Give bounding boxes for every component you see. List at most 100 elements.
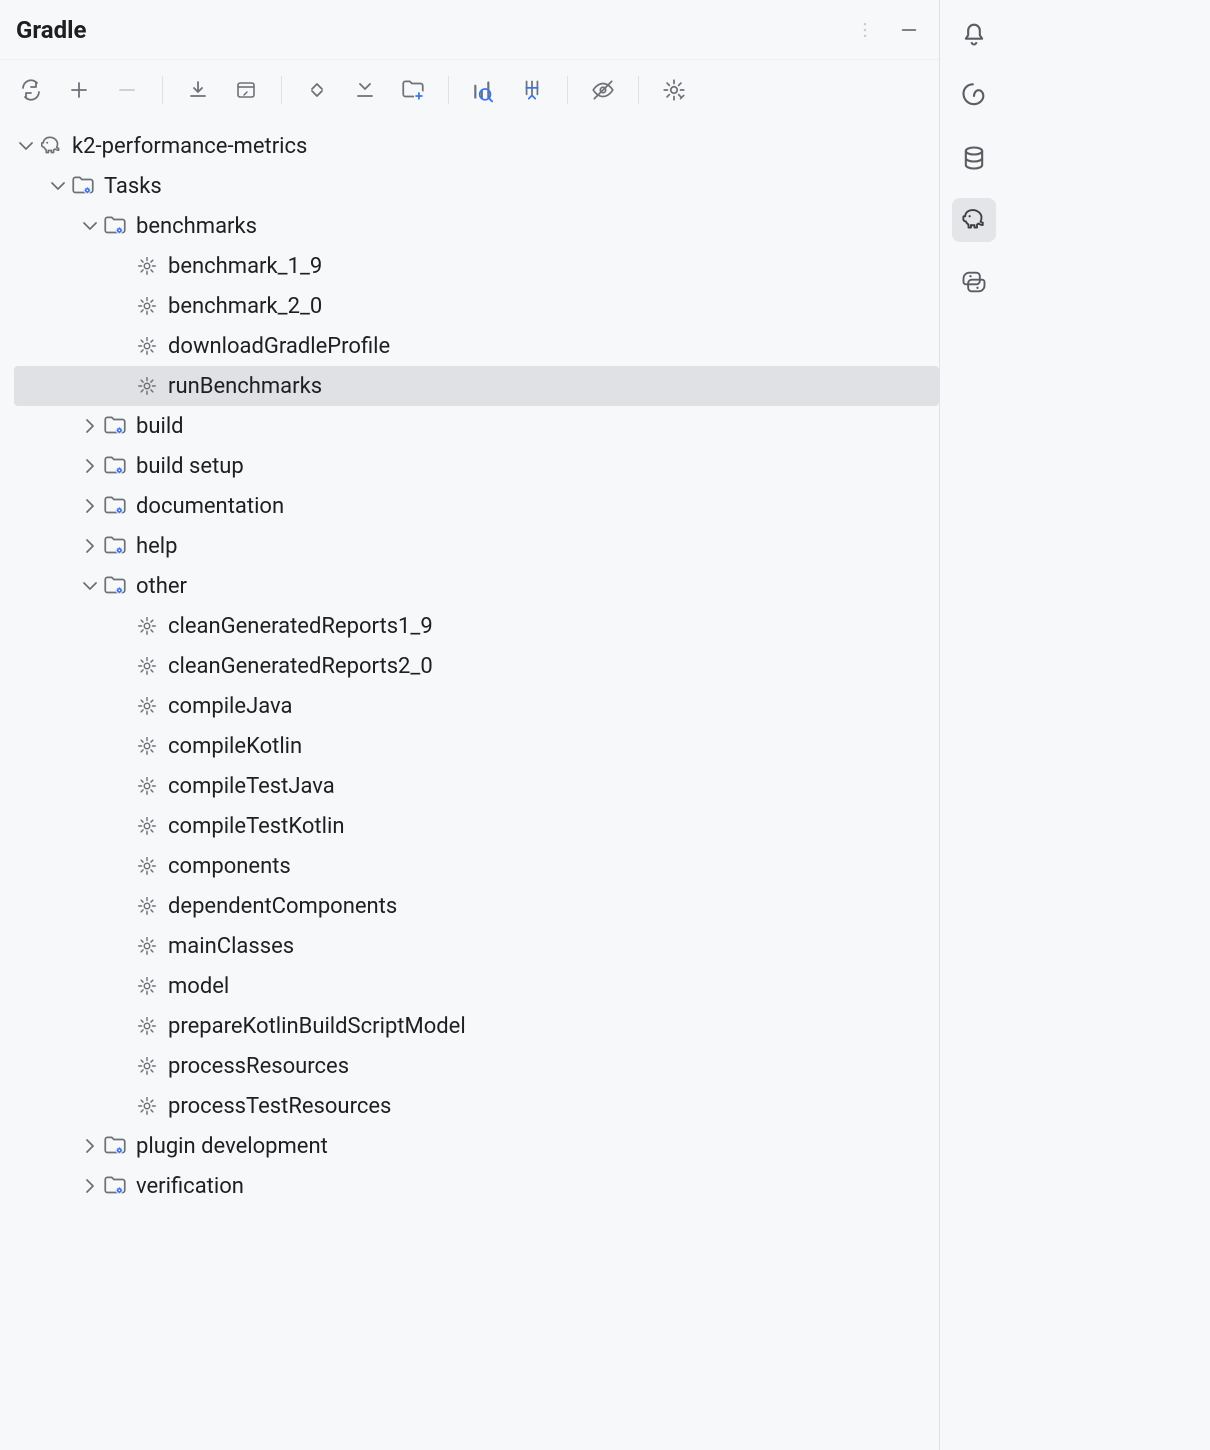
- gear-icon: [134, 773, 160, 799]
- chevron-down-icon[interactable]: [46, 174, 70, 198]
- project-node[interactable]: k2-performance-metrics: [14, 126, 939, 166]
- download-sources-button[interactable]: [183, 75, 213, 105]
- task-item[interactable]: prepareKotlinBuildScriptModel: [14, 1006, 939, 1046]
- chevron-down-icon[interactable]: [78, 574, 102, 598]
- task-item[interactable]: cleanGeneratedReports1_9: [14, 606, 939, 646]
- notifications-button[interactable]: [952, 12, 996, 56]
- collapse-all-button[interactable]: [350, 75, 380, 105]
- task-item-runbenchmarks[interactable]: runBenchmarks: [14, 366, 939, 406]
- task-label: cleanGeneratedReports2_0: [168, 654, 433, 679]
- task-item[interactable]: benchmark_1_9: [14, 246, 939, 286]
- task-item[interactable]: compileJava: [14, 686, 939, 726]
- task-item[interactable]: dependentComponents: [14, 886, 939, 926]
- gear-icon: [134, 293, 160, 319]
- gear-icon: [134, 813, 160, 839]
- gear-icon: [134, 373, 160, 399]
- task-label: compileJava: [168, 694, 292, 719]
- chevron-down-icon[interactable]: [78, 214, 102, 238]
- task-group-documentation[interactable]: documentation: [14, 486, 939, 526]
- hide-button[interactable]: [895, 16, 923, 44]
- task-group-plugin-development[interactable]: plugin development: [14, 1126, 939, 1166]
- group-label: documentation: [136, 494, 284, 519]
- task-item[interactable]: cleanGeneratedReports2_0: [14, 646, 939, 686]
- group-label: other: [136, 574, 187, 599]
- task-label: processResources: [168, 1054, 349, 1079]
- add-button[interactable]: [64, 75, 94, 105]
- task-group-other[interactable]: other: [14, 566, 939, 606]
- task-item[interactable]: compileTestKotlin: [14, 806, 939, 846]
- task-item[interactable]: model: [14, 966, 939, 1006]
- toolbar-separator: [448, 76, 449, 104]
- database-button[interactable]: [952, 136, 996, 180]
- task-item[interactable]: downloadGradleProfile: [14, 326, 939, 366]
- group-label: help: [136, 534, 178, 559]
- chevron-right-icon[interactable]: [78, 454, 102, 478]
- tasks-label: Tasks: [104, 174, 162, 199]
- folder-gear-icon: [102, 533, 128, 559]
- refresh-button[interactable]: [16, 75, 46, 105]
- folder-gear-icon: [102, 213, 128, 239]
- task-tree[interactable]: k2-performance-metrics Tasks benchmarks …: [0, 120, 939, 1450]
- chevron-down-icon[interactable]: [14, 134, 38, 158]
- task-label: mainClasses: [168, 934, 294, 959]
- task-group-help[interactable]: help: [14, 526, 939, 566]
- task-item[interactable]: processResources: [14, 1046, 939, 1086]
- task-label: prepareKotlinBuildScriptModel: [168, 1014, 466, 1039]
- task-item[interactable]: compileKotlin: [14, 726, 939, 766]
- chevron-right-icon[interactable]: [78, 414, 102, 438]
- analyze-dependencies-button[interactable]: [469, 75, 499, 105]
- toolbar-separator: [567, 76, 568, 104]
- chevron-right-icon[interactable]: [78, 1134, 102, 1158]
- task-label: cleanGeneratedReports1_9: [168, 614, 433, 639]
- remove-button[interactable]: [112, 75, 142, 105]
- gear-icon: [134, 333, 160, 359]
- ai-assistant-button[interactable]: [952, 74, 996, 118]
- gradle-panel: Gradle k2-performance-metrics: [0, 0, 940, 1450]
- build-tool-settings-button[interactable]: [659, 75, 689, 105]
- chevron-right-icon[interactable]: [78, 534, 102, 558]
- gear-icon: [134, 853, 160, 879]
- folder-gear-icon: [102, 1173, 128, 1199]
- task-group-verification[interactable]: verification: [14, 1166, 939, 1206]
- task-group-build[interactable]: build: [14, 406, 939, 446]
- folder-gear-icon: [102, 413, 128, 439]
- run-configurations-button[interactable]: [231, 75, 261, 105]
- right-tool-sidebar: [940, 0, 1008, 1450]
- tasks-node[interactable]: Tasks: [14, 166, 939, 206]
- header-actions: [851, 16, 923, 44]
- chevron-right-icon[interactable]: [78, 1174, 102, 1198]
- task-item[interactable]: benchmark_2_0: [14, 286, 939, 326]
- folder-gear-icon: [102, 1133, 128, 1159]
- toolbar-separator: [162, 76, 163, 104]
- gear-icon: [134, 933, 160, 959]
- task-item[interactable]: mainClasses: [14, 926, 939, 966]
- show-ignored-button[interactable]: [588, 75, 618, 105]
- group-label: build: [136, 414, 184, 439]
- group-label: build setup: [136, 454, 244, 479]
- task-item[interactable]: compileTestJava: [14, 766, 939, 806]
- gear-icon: [134, 653, 160, 679]
- toolbar-separator: [638, 76, 639, 104]
- group-label: plugin development: [136, 1134, 328, 1159]
- chevron-right-icon[interactable]: [78, 494, 102, 518]
- expand-all-button[interactable]: [302, 75, 332, 105]
- task-label: components: [168, 854, 291, 879]
- python-button[interactable]: [952, 260, 996, 304]
- toolbar: [0, 60, 939, 120]
- task-label: benchmark_1_9: [168, 254, 322, 279]
- task-item[interactable]: components: [14, 846, 939, 886]
- task-label: model: [168, 974, 229, 999]
- task-item[interactable]: processTestResources: [14, 1086, 939, 1126]
- toggle-offline-button[interactable]: [517, 75, 547, 105]
- task-label: compileTestKotlin: [168, 814, 344, 839]
- folder-gear-icon: [70, 173, 96, 199]
- task-label: benchmark_2_0: [168, 294, 322, 319]
- options-button[interactable]: [851, 16, 879, 44]
- project-label: k2-performance-metrics: [72, 134, 307, 159]
- task-group-build-setup[interactable]: build setup: [14, 446, 939, 486]
- task-group-benchmarks[interactable]: benchmarks: [14, 206, 939, 246]
- folder-gear-icon: [102, 453, 128, 479]
- task-activation-button[interactable]: [398, 75, 428, 105]
- task-label: processTestResources: [168, 1094, 391, 1119]
- gradle-button[interactable]: [952, 198, 996, 242]
